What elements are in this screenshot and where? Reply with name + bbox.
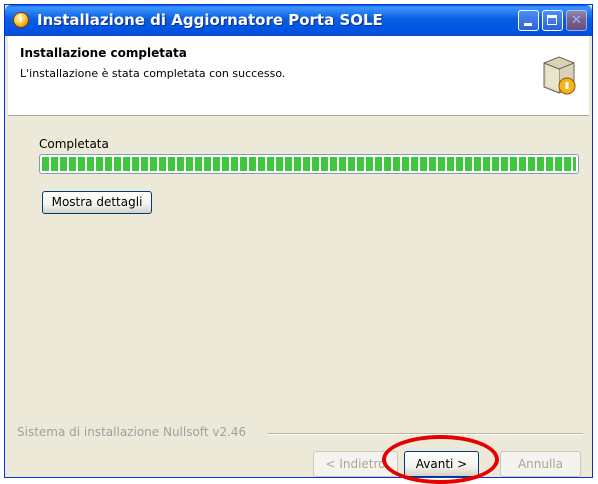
next-button[interactable]: Avanti > [404, 451, 479, 477]
page-title: Installazione completata [20, 46, 187, 60]
cancel-button[interactable]: Annulla [500, 451, 581, 477]
progress-fill [42, 157, 576, 171]
maximize-button[interactable] [542, 10, 563, 31]
back-button[interactable]: < Indietro [313, 451, 398, 477]
branding-text: Sistema di installazione Nullsoft v2.46 [17, 425, 253, 439]
header-panel: Installazione completata L'installazione… [8, 36, 589, 116]
show-details-button[interactable]: Mostra dettagli [42, 191, 152, 214]
status-label: Completata [39, 137, 109, 151]
title-bar[interactable]: i Installazione di Aggiornatore Porta SO… [5, 5, 592, 36]
page-subtitle: L'installazione è stata completata con s… [20, 67, 286, 80]
close-icon: ✕ [571, 13, 582, 28]
progress-bar [39, 154, 579, 174]
close-button[interactable]: ✕ [566, 10, 587, 31]
content-panel: Completata Mostra dettagli Sistema di in… [8, 116, 589, 484]
branding-divider [268, 433, 583, 435]
minimize-button[interactable] [518, 10, 539, 31]
window-title: Installazione di Aggiornatore Porta SOLE [37, 11, 383, 29]
installer-box-icon [543, 56, 576, 95]
maximize-icon [547, 15, 557, 25]
minimize-icon [524, 23, 532, 26]
installer-window: i Installazione di Aggiornatore Porta SO… [4, 4, 593, 484]
installer-app-icon[interactable]: i [13, 12, 29, 28]
